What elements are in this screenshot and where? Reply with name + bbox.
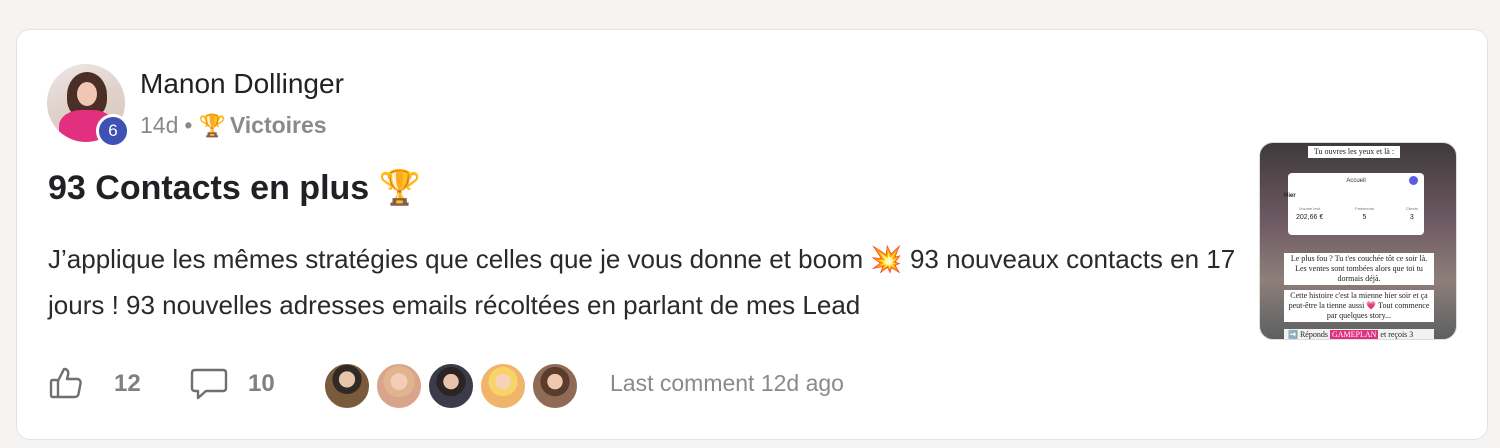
plus-icon — [1409, 176, 1418, 185]
thumbnail-caption-highlight: GAMEPLAN — [1329, 330, 1379, 339]
comment-icon — [190, 368, 228, 400]
thumbnail-caption-lower: Cette histoire c'est la mienne hier soir… — [1284, 290, 1434, 322]
stat-label: Clients — [1405, 206, 1418, 211]
post-footer: 12 10 Last comment 12d ago — [48, 362, 948, 410]
post-meta: 14d • 🏆 Victoires — [140, 112, 327, 139]
thumbnail-panel-section: Hier — [1284, 193, 1296, 199]
post-age: 14d — [140, 112, 179, 138]
stat-value: 3 — [1409, 214, 1414, 221]
author-name[interactable]: Manon Dollinger — [140, 68, 344, 100]
stat-label: Volume brut — [1298, 206, 1321, 211]
stat-value: 202,66 € — [1296, 214, 1324, 221]
post-title[interactable]: 93 Contacts en plus 🏆 — [48, 168, 421, 208]
participant-avatar[interactable] — [427, 362, 475, 410]
participant-avatar[interactable] — [323, 362, 371, 410]
thumbs-up-icon — [49, 367, 82, 399]
comment-button[interactable] — [190, 367, 228, 401]
thumbnail-panel-title: Accueil — [1346, 178, 1366, 184]
participant-avatar[interactable] — [531, 362, 579, 410]
thumbnail-stat: Volume brut 202,66 € — [1296, 206, 1323, 221]
last-comment-time: Last comment 12d ago — [610, 370, 844, 396]
thumbnail-stat: Clients 3 — [1406, 206, 1418, 221]
thumbnail-caption-top: Tu ouvres les yeux et là : — [1308, 146, 1400, 158]
thumbnail-caption-bottom-prefix: ➡️ Réponds — [1288, 330, 1328, 339]
like-button[interactable] — [48, 365, 84, 401]
stat-label: Paiements — [1355, 206, 1374, 211]
thumbnail-caption-bottom: ➡️ Réponds GAMEPLAN et reçois 3 — [1284, 329, 1434, 339]
author-avatar-wrapper[interactable]: 6 — [47, 64, 130, 148]
post-card[interactable]: 6 Manon Dollinger 14d • 🏆 Victoires 93 C… — [16, 29, 1488, 440]
stat-value: 5 — [1362, 214, 1367, 221]
meta-separator: • — [184, 112, 193, 138]
thumbnail-stats: Volume brut 202,66 € Paiements 5 Clients… — [1296, 206, 1418, 221]
participant-avatar[interactable] — [375, 362, 423, 410]
thumbnail-stat: Paiements 5 — [1355, 206, 1374, 221]
thumbnail-caption-bottom-suffix: et reçois 3 — [1380, 330, 1414, 339]
post-thumbnail[interactable]: Tu ouvres les yeux et là : Accueil Hier … — [1259, 142, 1457, 340]
category-link[interactable]: Victoires — [230, 112, 327, 139]
level-badge: 6 — [96, 114, 130, 148]
trophy-icon: 🏆 — [198, 112, 226, 138]
participant-avatar[interactable] — [479, 362, 527, 410]
thumbnail-dashboard-panel: Accueil Hier Volume brut 202,66 € Paieme… — [1284, 173, 1424, 235]
thumbnail-caption-middle: Le plus fou ? Tu t'es couchée tôt ce soi… — [1284, 253, 1434, 285]
post-body[interactable]: J’applique les mêmes stratégies que cell… — [48, 236, 1238, 328]
comment-count: 10 — [248, 370, 275, 397]
like-count: 12 — [114, 370, 141, 397]
